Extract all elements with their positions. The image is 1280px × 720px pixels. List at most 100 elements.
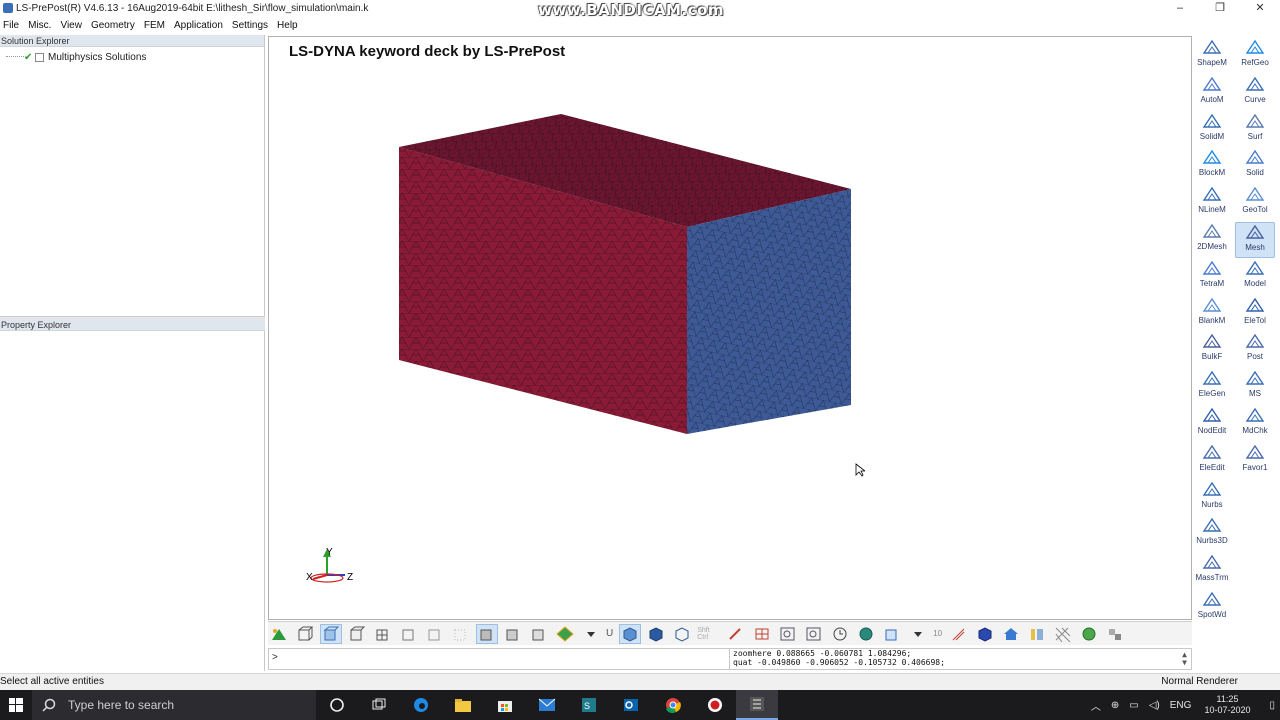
menu-misc[interactable]: Misc. bbox=[25, 20, 57, 31]
toolbar-button-model[interactable]: Model bbox=[1235, 259, 1275, 295]
toolbar-button-masstrm[interactable]: MassTrm bbox=[1192, 553, 1232, 589]
toolbar-button-geotol[interactable]: GeoTol bbox=[1235, 185, 1275, 221]
volume-icon[interactable]: ◁) bbox=[1149, 700, 1160, 711]
taskbar-clock[interactable]: 11:25 10-07-2020 bbox=[1204, 694, 1250, 716]
network-icon[interactable]: ⊕ bbox=[1111, 700, 1119, 711]
shaded-icon[interactable] bbox=[320, 623, 342, 644]
toolbar-button-nurbs3d[interactable]: Nurbs3D bbox=[1192, 516, 1232, 552]
dropdown-chevron-icon[interactable] bbox=[907, 624, 929, 644]
store-icon[interactable] bbox=[484, 690, 526, 720]
chrome-icon[interactable] bbox=[652, 690, 694, 720]
menu-fem[interactable]: FEM bbox=[141, 20, 171, 31]
material-icon[interactable] bbox=[1026, 624, 1048, 644]
solid-icon bbox=[1245, 150, 1265, 165]
menu-file[interactable]: File bbox=[0, 20, 25, 31]
rotate-icon[interactable] bbox=[829, 624, 851, 644]
front-view-icon[interactable] bbox=[645, 624, 667, 644]
pick-icon[interactable] bbox=[725, 624, 747, 644]
tree-item-multiphysics[interactable]: ✔ Multiphysics Solutions bbox=[6, 50, 264, 64]
file-explorer-icon[interactable] bbox=[442, 690, 484, 720]
grid-pattern-icon[interactable] bbox=[1052, 624, 1074, 644]
solidworks-icon[interactable]: S bbox=[568, 690, 610, 720]
toolbar-button-spotwd[interactable]: SpotWd bbox=[1192, 590, 1232, 626]
close-button[interactable]: ✕ bbox=[1240, 0, 1280, 16]
dot-grid-icon[interactable] bbox=[450, 624, 472, 644]
record-icon[interactable] bbox=[694, 690, 736, 720]
message-scrollbar[interactable]: ▲ ▼ bbox=[1180, 651, 1189, 667]
notifications-icon[interactable]: ▯ bbox=[1269, 700, 1275, 711]
menu-view[interactable]: View bbox=[57, 20, 88, 31]
toolbar-button-elegen[interactable]: EleGen bbox=[1192, 369, 1232, 405]
maximize-button[interactable]: ❐ bbox=[1200, 0, 1240, 16]
zoom-window-icon[interactable] bbox=[777, 624, 799, 644]
menu-application[interactable]: Application bbox=[171, 20, 229, 31]
toolbar-button-ms[interactable]: MS bbox=[1235, 369, 1275, 405]
settings-cluster-icon[interactable] bbox=[1104, 624, 1126, 644]
nodedit-icon bbox=[1202, 407, 1222, 422]
bottom-toolbar: U Shft Ctrl 10 bbox=[268, 621, 1192, 645]
toolbar-button-solidm[interactable]: SolidM bbox=[1192, 112, 1232, 148]
outline-icon[interactable] bbox=[424, 624, 446, 644]
task-view-icon[interactable] bbox=[358, 690, 400, 720]
toolbar-button-blockm[interactable]: BlockM bbox=[1192, 148, 1232, 184]
toolbar-button-post[interactable]: Post bbox=[1235, 332, 1275, 368]
cortana-icon[interactable] bbox=[316, 690, 358, 720]
start-button[interactable] bbox=[0, 690, 32, 720]
toolbar-button-mdchk[interactable]: MdChk bbox=[1235, 406, 1275, 442]
command-prompt[interactable]: > bbox=[272, 652, 278, 663]
part-color-icon[interactable] bbox=[528, 624, 550, 644]
toolbar-button-nodedit[interactable]: NodEdit bbox=[1192, 406, 1232, 442]
hidden-line-icon[interactable] bbox=[346, 624, 368, 644]
toolbar-button-eleedit[interactable]: EleEdit bbox=[1192, 443, 1232, 479]
lsprepost-taskbar-icon[interactable] bbox=[736, 690, 778, 720]
graphics-viewport[interactable]: LS-DYNA keyword deck by LS-PrePost Y X Z bbox=[268, 36, 1192, 620]
tray-chevron-icon[interactable]: ︿ bbox=[1091, 698, 1101, 713]
menu-geometry[interactable]: Geometry bbox=[88, 20, 141, 31]
toolbar-button-autom[interactable]: AutoM bbox=[1192, 75, 1232, 111]
dropdown-chevron-icon[interactable] bbox=[580, 624, 602, 644]
element-icon[interactable] bbox=[502, 624, 524, 644]
zoom-icon[interactable] bbox=[803, 624, 825, 644]
toolbar-button-eletol[interactable]: EleTol bbox=[1235, 296, 1275, 332]
language-indicator[interactable]: ENG bbox=[1170, 700, 1192, 711]
shrink-icon[interactable] bbox=[476, 623, 498, 644]
model-tree-icon[interactable] bbox=[268, 624, 290, 644]
feature-line-icon[interactable] bbox=[398, 624, 420, 644]
menu-settings[interactable]: Settings bbox=[229, 20, 274, 31]
toolbar-button-shapem[interactable]: ShapeM bbox=[1192, 38, 1232, 74]
toolbar-button-mesh[interactable]: Mesh bbox=[1235, 222, 1275, 258]
toolbar-button-blankm[interactable]: BlankM bbox=[1192, 296, 1232, 332]
wireframe-icon[interactable] bbox=[294, 624, 316, 644]
toolbar-button-curve[interactable]: Curve bbox=[1235, 75, 1275, 111]
toolbar-button-2dmesh[interactable]: 2DMesh bbox=[1192, 222, 1232, 258]
toolbar-button-bulkf[interactable]: BulkF bbox=[1192, 332, 1232, 368]
mesh-lines-icon[interactable] bbox=[372, 624, 394, 644]
globe-icon[interactable] bbox=[855, 624, 877, 644]
edge-browser-icon[interactable] bbox=[400, 690, 442, 720]
toolbar-button-nlinem[interactable]: NLineM bbox=[1192, 185, 1232, 221]
toolbar-button-nurbs[interactable]: Nurbs bbox=[1192, 480, 1232, 516]
mail-icon[interactable] bbox=[526, 690, 568, 720]
toolbar-button-solid[interactable]: Solid bbox=[1235, 148, 1275, 184]
cube-icon[interactable] bbox=[974, 624, 996, 644]
reflect-icon[interactable] bbox=[881, 624, 903, 644]
ortho-view-icon[interactable] bbox=[671, 624, 693, 644]
battery-icon[interactable]: ▭ bbox=[1129, 700, 1138, 711]
home-icon[interactable] bbox=[1000, 624, 1022, 644]
toolbar-button-surf[interactable]: Surf bbox=[1235, 112, 1275, 148]
toolbar-button-favor1[interactable]: Favor1 bbox=[1235, 443, 1275, 479]
minimize-button[interactable]: – bbox=[1160, 0, 1200, 16]
color-fringe-icon[interactable] bbox=[554, 624, 576, 644]
u-label[interactable]: U bbox=[606, 628, 613, 639]
outlook-icon[interactable] bbox=[610, 690, 652, 720]
measure-icon[interactable] bbox=[948, 624, 970, 644]
toolbar-button-refgeo[interactable]: RefGeo bbox=[1235, 38, 1275, 74]
taskbar-search-box[interactable]: Type here to search bbox=[32, 690, 316, 720]
iso-view-icon[interactable] bbox=[619, 623, 642, 644]
tree-checkbox[interactable] bbox=[35, 52, 44, 62]
tetram-icon bbox=[1202, 260, 1222, 275]
sphere-icon[interactable] bbox=[1078, 624, 1100, 644]
toolbar-button-tetram[interactable]: TetraM bbox=[1192, 259, 1232, 295]
center-icon[interactable] bbox=[751, 624, 773, 644]
menu-help[interactable]: Help bbox=[274, 20, 304, 31]
